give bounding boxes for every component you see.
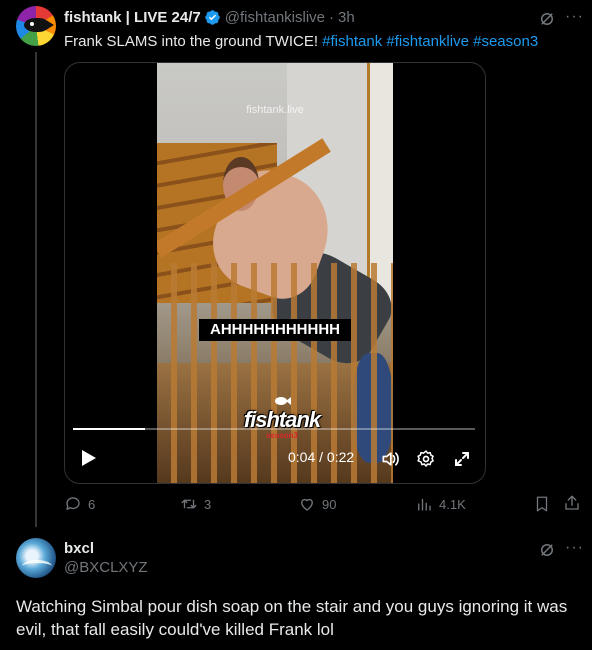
time-separator: / [315,449,327,465]
progress-fill [73,428,146,430]
repost-button[interactable]: 3 [180,495,211,513]
like-button[interactable]: 90 [298,495,336,513]
share-icon[interactable] [563,494,581,512]
reply-grok-icon[interactable] [538,541,556,559]
views-chart-icon [418,498,431,511]
separator-dot: · [329,9,335,26]
more-options-icon[interactable]: ··· [565,8,584,26]
handle[interactable]: @fishtankislive [225,9,325,26]
thread-line [35,52,37,527]
hashtag-fishtanklive[interactable]: #fishtanklive [386,33,469,50]
reply-button[interactable]: 6 [64,495,95,513]
video-caption: AHHHHHHHHHHH [199,319,351,341]
like-count: 90 [322,496,337,512]
hashtag-season3[interactable]: #season3 [473,33,538,50]
video-frame[interactable]: fishtank.live AHHHHHHHHHHH fishtank seas… [157,63,393,483]
fish-logo-icon [275,397,291,405]
reply-handle[interactable]: @BXCLXYZ [64,559,148,576]
views-count: 4.1K [439,496,466,512]
progress-bar[interactable] [73,428,475,430]
play-button[interactable] [79,449,97,467]
bookmark-icon[interactable] [533,495,551,513]
fullscreen-icon[interactable] [454,451,470,467]
fishtank-avatar[interactable] [16,6,56,46]
display-name[interactable]: fishtank | LIVE 24/7 [64,9,201,26]
reply-icon [66,497,80,510]
reply-count: 6 [88,496,96,512]
repost-count: 3 [204,496,212,512]
time-total: 0:22 [326,449,355,465]
hashtag-fishtank[interactable]: #fishtank [322,33,382,50]
settings-gear-icon[interactable] [416,449,436,469]
reply-display-name[interactable]: bxcl [64,540,94,557]
tweet-header: fishtank | LIVE 24/7 @fishtankislive · 3… [64,9,355,26]
heart-icon [301,498,313,511]
verified-badge-icon [204,10,220,25]
video-watermark: fishtank.live [246,104,304,116]
views-button[interactable]: 4.1K [415,495,466,513]
fishtank-logo: fishtank season3 [227,389,337,440]
reply-text: Watching Simbal pour dish soap on the st… [16,597,568,639]
grok-icon[interactable] [538,10,556,28]
volume-icon[interactable] [380,449,400,469]
time-current: 0:04 [288,449,316,465]
reply-more-options-icon[interactable]: ··· [565,539,584,557]
repost-icon [181,499,197,509]
tweet-body: Frank SLAMS into the ground TWICE! [64,33,318,50]
video-player[interactable]: fishtank.live AHHHHHHHHHHH fishtank seas… [64,62,486,484]
timestamp[interactable]: 3h [338,9,355,26]
bxcl-avatar[interactable] [16,538,56,578]
tweet-text: Frank SLAMS into the ground TWICE! #fish… [64,32,574,52]
time-display: 0:04 / 0:22 [288,449,354,465]
